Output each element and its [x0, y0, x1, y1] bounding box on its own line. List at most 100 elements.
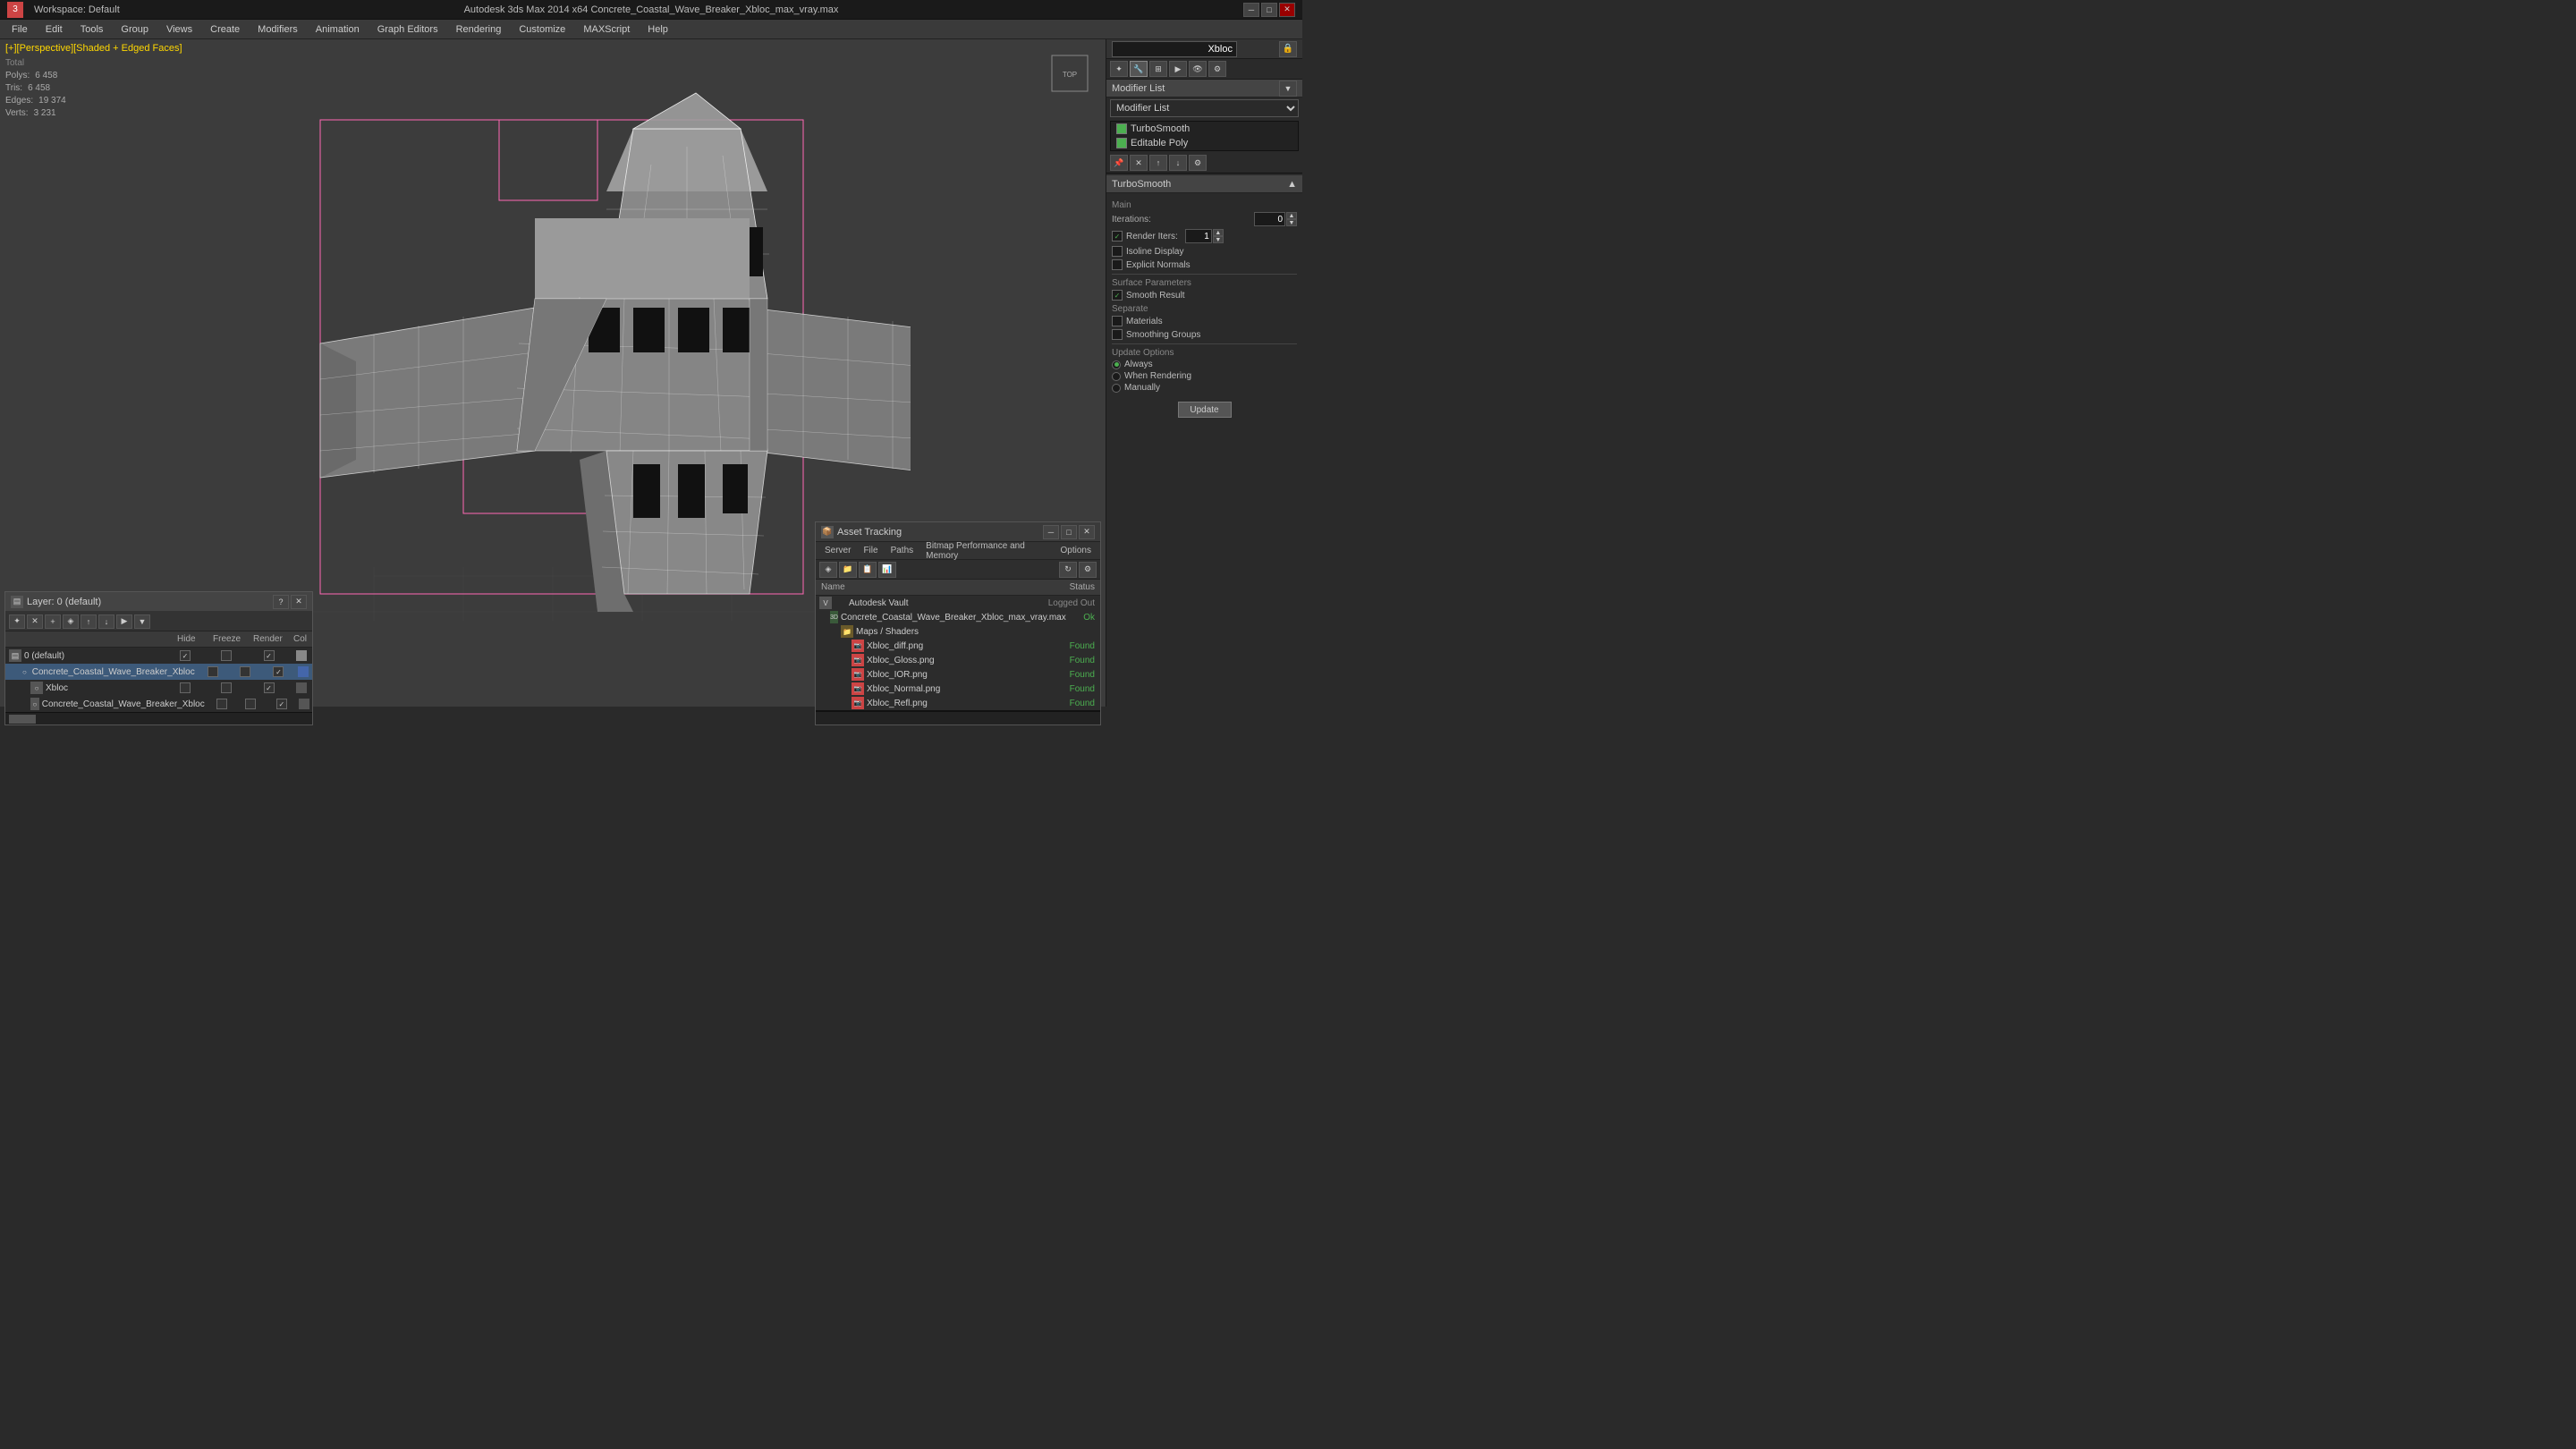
asset-toolbar-btn2[interactable]: 📁 [839, 562, 857, 578]
close-button[interactable]: ✕ [1279, 3, 1295, 17]
asset-menu-bitmap[interactable]: Bitmap Performance and Memory [920, 541, 1053, 561]
layer-row-concrete[interactable]: ○ Concrete_Coastal_Wave_Breaker_Xbloc ✓ [5, 664, 312, 680]
layers-expand-btn[interactable]: ▶ [116, 614, 132, 629]
minimize-button[interactable]: ─ [1243, 3, 1259, 17]
smooth-result-checkbox[interactable] [1112, 290, 1123, 301]
iterations-up[interactable]: ▲ [1286, 212, 1297, 219]
menu-tools[interactable]: Tools [72, 21, 112, 38]
when-rendering-radio[interactable] [1112, 372, 1121, 381]
asset-row-normal[interactable]: 📷 Xbloc_Normal.png Found [816, 682, 1100, 696]
xbloc-freeze-check[interactable] [221, 682, 232, 693]
asset-settings-btn[interactable]: ⚙ [1079, 562, 1097, 578]
menu-help[interactable]: Help [640, 21, 676, 38]
layers-delete-btn[interactable]: ✕ [27, 614, 43, 629]
layer-row-default[interactable]: ▤ 0 (default) ✓ ✓ [5, 648, 312, 664]
editablepoly-checkbox[interactable] [1116, 138, 1127, 148]
layer-row-xbloc[interactable]: ○ Xbloc ✓ [5, 680, 312, 696]
asset-maximize-btn[interactable]: □ [1061, 525, 1077, 539]
concrete2-freeze-check[interactable] [245, 699, 256, 709]
lock-icon[interactable]: 🔒 [1279, 41, 1297, 57]
concrete-hide-check[interactable] [208, 666, 218, 677]
xbloc-hide-check[interactable] [180, 682, 191, 693]
layers-scrollbar[interactable] [5, 712, 312, 724]
asset-row-diff[interactable]: 📷 Xbloc_diff.png Found [816, 639, 1100, 653]
asset-menu-file[interactable]: File [858, 546, 883, 555]
render-iters-down[interactable]: ▼ [1213, 236, 1224, 243]
concrete2-render-check[interactable]: ✓ [276, 699, 287, 709]
asset-row-maps[interactable]: 📁 Maps / Shaders [816, 624, 1100, 639]
layers-select-by-layer-btn[interactable]: ◈ [63, 614, 79, 629]
smoothing-groups-checkbox[interactable] [1112, 329, 1123, 340]
layers-add-selected-btn[interactable]: + [45, 614, 61, 629]
layer-row-concrete2[interactable]: ○ Concrete_Coastal_Wave_Breaker_Xbloc ✓ [5, 696, 312, 712]
menu-create[interactable]: Create [202, 21, 248, 38]
always-radio[interactable] [1112, 360, 1121, 369]
modifier-editable-poly[interactable]: Editable Poly [1111, 136, 1298, 150]
render-iters-up[interactable]: ▲ [1213, 229, 1224, 236]
delete-modifier-btn[interactable]: ✕ [1130, 155, 1148, 171]
concrete-render-check[interactable]: ✓ [273, 666, 284, 677]
menu-views[interactable]: Views [158, 21, 200, 38]
layers-collapse-btn[interactable]: ▼ [134, 614, 150, 629]
hierarchy-tab[interactable]: ⊞ [1149, 61, 1167, 77]
asset-toolbar-btn4[interactable]: 📊 [878, 562, 896, 578]
concrete-freeze-check[interactable] [240, 666, 250, 677]
concrete2-hide-check[interactable] [216, 699, 227, 709]
iterations-down[interactable]: ▼ [1286, 219, 1297, 226]
menu-animation[interactable]: Animation [308, 21, 368, 38]
isoline-checkbox[interactable] [1112, 246, 1123, 257]
asset-menu-server[interactable]: Server [819, 546, 856, 555]
asset-minimize-btn[interactable]: ─ [1043, 525, 1059, 539]
modifier-config-btn[interactable]: ▼ [1279, 80, 1297, 97]
object-name-input[interactable] [1112, 41, 1237, 57]
menu-customize[interactable]: Customize [511, 21, 573, 38]
asset-row-gloss[interactable]: 📷 Xbloc_Gloss.png Found [816, 653, 1100, 667]
layers-move-down-btn[interactable]: ↓ [98, 614, 114, 629]
xbloc-render-check[interactable]: ✓ [264, 682, 275, 693]
maximize-button[interactable]: □ [1261, 3, 1277, 17]
asset-scrollbar[interactable] [816, 711, 1100, 720]
move-down-btn[interactable]: ↓ [1169, 155, 1187, 171]
viewport-nav[interactable]: TOP [1043, 47, 1097, 100]
menu-graph-editors[interactable]: Graph Editors [369, 21, 446, 38]
asset-refresh-btn[interactable]: ↻ [1059, 562, 1077, 578]
asset-toolbar-btn1[interactable]: ◈ [819, 562, 837, 578]
menu-rendering[interactable]: Rendering [448, 21, 510, 38]
menu-maxscript[interactable]: MAXScript [575, 21, 638, 38]
pin-stack-btn[interactable]: 📌 [1110, 155, 1128, 171]
asset-row-ior[interactable]: 📷 Xbloc_IOR.png Found [816, 667, 1100, 682]
menu-edit[interactable]: Edit [38, 21, 71, 38]
asset-toolbar-btn3[interactable]: 📋 [859, 562, 877, 578]
display-tab[interactable]: 👁 [1189, 61, 1207, 77]
materials-checkbox[interactable] [1112, 316, 1123, 326]
modifier-dropdown[interactable]: Modifier List [1110, 99, 1299, 117]
render-iters-input[interactable] [1185, 229, 1212, 243]
layers-close-btn[interactable]: ✕ [291, 595, 307, 609]
asset-row-vault[interactable]: V Autodesk Vault Logged Out [816, 596, 1100, 610]
manually-radio[interactable] [1112, 384, 1121, 393]
create-tab[interactable]: ✦ [1110, 61, 1128, 77]
render-iters-checkbox[interactable] [1112, 231, 1123, 242]
layers-help-btn[interactable]: ? [273, 595, 289, 609]
menu-file[interactable]: File [4, 21, 36, 38]
asset-row-refl[interactable]: 📷 Xbloc_Refl.png Found [816, 696, 1100, 710]
motion-tab[interactable]: ▶ [1169, 61, 1187, 77]
layers-new-btn[interactable]: ✦ [9, 614, 25, 629]
explicit-normals-checkbox[interactable] [1112, 259, 1123, 270]
move-up-btn[interactable]: ↑ [1149, 155, 1167, 171]
turbosmooth-checkbox[interactable] [1116, 123, 1127, 134]
options-btn[interactable]: ⚙ [1189, 155, 1207, 171]
modifier-turbosmooth[interactable]: TurboSmooth [1111, 122, 1298, 136]
layers-move-up-btn[interactable]: ↑ [80, 614, 97, 629]
turbosmooth-section-header[interactable]: TurboSmooth ▲ [1106, 175, 1302, 193]
asset-row-maxfile[interactable]: 3D Concrete_Coastal_Wave_Breaker_Xbloc_m… [816, 610, 1100, 624]
update-button[interactable]: Update [1178, 402, 1232, 418]
layers-scroll-thumb[interactable] [9, 715, 36, 724]
asset-close-btn[interactable]: ✕ [1079, 525, 1095, 539]
utilities-tab[interactable]: ⚙ [1208, 61, 1226, 77]
menu-group[interactable]: Group [113, 21, 157, 38]
menu-modifiers[interactable]: Modifiers [250, 21, 306, 38]
iterations-input[interactable] [1254, 212, 1285, 226]
asset-menu-options[interactable]: Options [1055, 546, 1097, 555]
modify-tab[interactable]: 🔧 [1130, 61, 1148, 77]
